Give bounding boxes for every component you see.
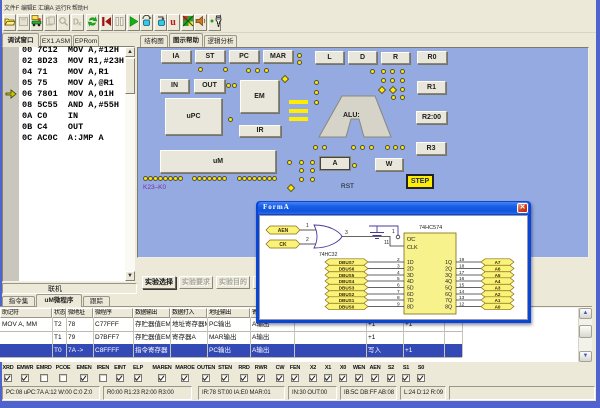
svg-text:2Q: 2Q (445, 267, 452, 273)
svg-text:4Q: 4Q (445, 279, 452, 285)
svg-text:ALU:: ALU: (343, 112, 360, 119)
svg-text:11: 11 (384, 240, 389, 246)
svg-text:A4: A4 (495, 279, 501, 284)
svg-text:18: 18 (459, 263, 465, 269)
svg-text:A3: A3 (495, 285, 501, 290)
svg-text:3: 3 (397, 263, 400, 269)
svg-text:A2: A2 (495, 292, 501, 297)
svg-text:5: 5 (397, 276, 400, 282)
svg-text:x: x (78, 22, 82, 28)
svg-text:A6: A6 (495, 266, 501, 271)
svg-text:8Q: 8Q (445, 305, 452, 311)
svg-text:4: 4 (397, 270, 400, 276)
svg-text:DBUS5: DBUS5 (339, 273, 355, 278)
svg-text:9: 9 (397, 301, 400, 307)
svg-text:DBUS3: DBUS3 (339, 285, 355, 290)
svg-text:5Q: 5Q (445, 286, 452, 292)
svg-text:DBUS7: DBUS7 (339, 260, 355, 265)
svg-text:19: 19 (459, 257, 465, 263)
svg-text:14: 14 (459, 289, 465, 295)
svg-text:A1: A1 (495, 298, 501, 303)
svg-text:74HC574: 74HC574 (419, 225, 442, 231)
svg-text:17: 17 (459, 270, 465, 276)
svg-text:DBUS1: DBUS1 (339, 298, 355, 303)
svg-text:DBUS2: DBUS2 (339, 292, 355, 297)
svg-text:DBUS4: DBUS4 (339, 279, 355, 284)
svg-text:1: 1 (392, 229, 395, 235)
svg-text:2: 2 (397, 257, 400, 263)
svg-text:OC: OC (407, 237, 415, 243)
svg-text:5D: 5D (407, 286, 414, 292)
svg-text:74HC32: 74HC32 (319, 252, 338, 258)
svg-text:3: 3 (345, 230, 348, 236)
svg-text:15: 15 (459, 282, 465, 288)
svg-text:12: 12 (459, 301, 465, 307)
svg-text:13: 13 (459, 295, 465, 301)
svg-text:CK: CK (279, 242, 287, 248)
svg-text:A5: A5 (495, 273, 501, 278)
svg-text:8: 8 (397, 295, 400, 301)
svg-text:1D: 1D (407, 260, 414, 266)
svg-text:2D: 2D (407, 267, 414, 273)
svg-text:DBUS0: DBUS0 (339, 304, 355, 309)
svg-text:7Q: 7Q (445, 298, 452, 304)
svg-text:A0: A0 (495, 304, 501, 309)
svg-text:CLK: CLK (407, 245, 418, 251)
svg-text:4D: 4D (407, 279, 414, 285)
svg-text:8D: 8D (407, 305, 414, 311)
svg-text:6: 6 (397, 282, 400, 288)
svg-text:7: 7 (397, 289, 400, 295)
svg-text:1Q: 1Q (445, 260, 452, 266)
svg-text:16: 16 (459, 276, 465, 282)
svg-text:AEN: AEN (278, 228, 289, 234)
svg-text:u: u (170, 17, 176, 27)
svg-text:2: 2 (306, 237, 309, 243)
svg-text:7D: 7D (407, 298, 414, 304)
svg-text:DBUS6: DBUS6 (339, 266, 355, 271)
svg-text:1: 1 (306, 223, 309, 229)
svg-text:A7: A7 (495, 260, 501, 265)
